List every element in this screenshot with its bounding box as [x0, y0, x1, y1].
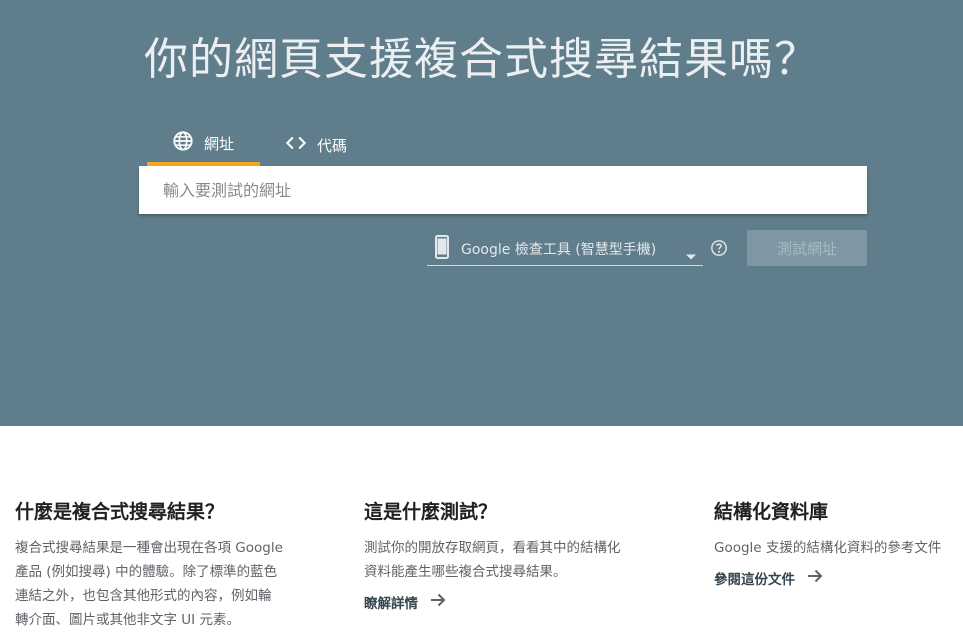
view-docs-link[interactable]: 參閱這份文件 [714, 566, 959, 590]
tab-code-label: 代碼 [317, 136, 348, 155]
globe-icon [172, 130, 204, 156]
arrow-right-icon [795, 566, 825, 590]
info-column-structured-data: 結構化資料庫 Google 支援的結構化資料的參考文件 參閱這份文件 [714, 498, 959, 590]
user-agent-selected: Google 檢查工具 (智慧型手機) [461, 241, 657, 258]
info-body: Google 支援的結構化資料的參考文件 [714, 540, 942, 556]
learn-more-link[interactable]: 瞭解詳情 [364, 590, 644, 614]
info-heading: 什麼是複合式搜尋結果？ [15, 501, 225, 523]
info-body: 複合式搜尋結果是一種會出現在各項 Google 產品 (例如搜尋) 中的體驗。除… [15, 540, 283, 628]
url-input[interactable] [139, 166, 867, 214]
learn-more-label: 瞭解詳情 [364, 596, 418, 612]
info-heading: 結構化資料庫 [714, 501, 829, 523]
tab-url[interactable]: 網址 [147, 124, 260, 166]
view-docs-label: 參閱這份文件 [714, 572, 795, 588]
tab-code[interactable]: 代碼 [285, 124, 365, 166]
page-title: 你的網頁支援複合式搜尋結果嗎？ [144, 34, 819, 85]
tab-url-label: 網址 [204, 134, 235, 153]
info-body: 測試你的開放存取網頁，看看其中的結構化 資料能產生哪些複合式搜尋結果。 [364, 540, 621, 580]
user-agent-select[interactable]: Google 檢查工具 (智慧型手機) [427, 232, 703, 266]
info-column-about-test: 這是什麼測試？ 測試你的開放存取網頁，看看其中的結構化 資料能產生哪些複合式搜尋… [364, 498, 644, 614]
help-circle-icon[interactable] [710, 239, 728, 261]
smartphone-icon [435, 234, 449, 263]
arrow-right-icon [418, 590, 448, 614]
info-column-rich-results: 什麼是複合式搜尋結果？ 複合式搜尋結果是一種會出現在各項 Google 產品 (… [15, 498, 300, 632]
code-icon [285, 132, 317, 158]
hero-section: 你的網頁支援複合式搜尋結果嗎？ 網址 代碼 輸入要測試的網址 Google 檢查… [0, 0, 963, 426]
chevron-down-icon [685, 246, 697, 265]
info-heading: 這是什麼測試？ [364, 501, 498, 523]
test-url-button[interactable]: 測試網址 [747, 230, 867, 266]
